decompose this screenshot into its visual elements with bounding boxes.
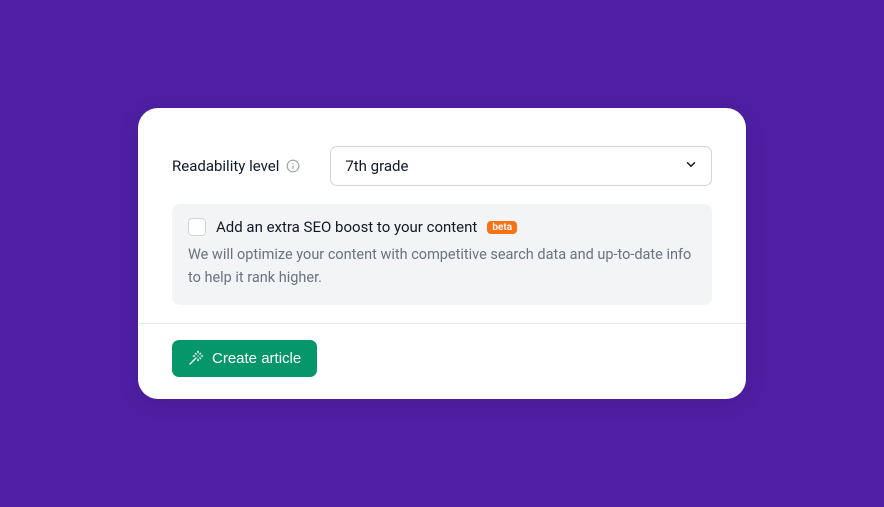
beta-badge: beta [487, 221, 517, 234]
seo-boost-description: We will optimize your content with compe… [188, 244, 696, 289]
seo-boost-checkbox-row: Add an extra SEO boost to your content b… [188, 218, 696, 236]
seo-boost-box: Add an extra SEO boost to your content b… [172, 204, 712, 305]
wand-icon [188, 350, 204, 366]
readability-selected-value: 7th grade [345, 157, 408, 175]
readability-select[interactable]: 7th grade [330, 146, 712, 186]
readability-label-group: Readability level [172, 157, 300, 175]
readability-label: Readability level [172, 157, 279, 175]
readability-row: Readability level 7th grade [172, 146, 712, 186]
create-article-label: Create article [212, 350, 301, 367]
readability-select-wrapper: 7th grade [330, 146, 712, 186]
seo-boost-label: Add an extra SEO boost to your content [216, 218, 477, 236]
content-card: Readability level 7th grade Ad [138, 108, 746, 399]
seo-boost-checkbox[interactable] [188, 218, 206, 236]
create-article-button[interactable]: Create article [172, 340, 317, 377]
info-icon[interactable] [286, 159, 300, 173]
footer: Create article [172, 324, 712, 399]
